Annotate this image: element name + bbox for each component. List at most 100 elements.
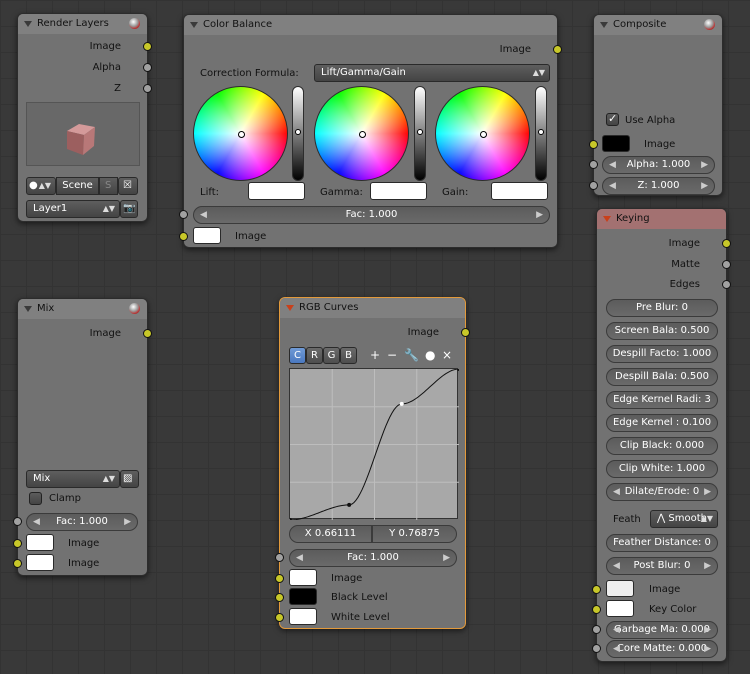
increment-arrow-icon[interactable]: ▶	[701, 178, 708, 194]
feather-distance-field[interactable]: Feather Distance: 0	[606, 534, 718, 552]
gain-value-slider[interactable]	[535, 86, 547, 181]
decrement-arrow-icon[interactable]: ◀	[613, 622, 620, 638]
input-image-swatch[interactable]	[606, 580, 634, 597]
collapse-arrow-icon[interactable]	[24, 21, 32, 27]
slider-handle[interactable]	[538, 129, 544, 135]
output-edges-socket[interactable]	[722, 280, 731, 289]
increment-arrow-icon[interactable]: ▶	[443, 550, 450, 566]
decrement-arrow-icon[interactable]: ◀	[613, 641, 620, 657]
collapse-arrow-icon[interactable]	[24, 306, 32, 312]
use-alpha-button[interactable]: ▨	[120, 470, 139, 488]
input-key-color-socket[interactable]	[592, 605, 601, 614]
curve-control-point[interactable]	[457, 367, 461, 371]
output-alpha-socket[interactable]	[143, 63, 152, 72]
node-editor[interactable]: Render Layers Image Alpha Z ● ▲▼ Scene S …	[0, 0, 750, 674]
z-field[interactable]: ◀ Z: 1.000 ▶	[602, 177, 715, 195]
keying-node[interactable]: Keying Image Matte Edges Pre Blur: 0 Scr…	[592, 208, 731, 662]
slider-handle[interactable]	[295, 129, 301, 135]
clamp-checkbox[interactable]	[29, 492, 42, 505]
point-y-field[interactable]: Y 0.76875	[372, 525, 457, 543]
feather-falloff-select[interactable]: ⋀ Smooth ▲▼	[650, 510, 718, 528]
input-image-swatch[interactable]	[602, 135, 630, 152]
curve-plot[interactable]	[288, 367, 461, 522]
edge-kernel-radius-field[interactable]: Edge Kernel Radi: 3	[606, 391, 718, 409]
decrement-arrow-icon[interactable]: ◀	[200, 207, 207, 223]
fac-field[interactable]: ◀ Fac: 1.000 ▶	[193, 206, 550, 224]
wrench-icon[interactable]: 🔧	[404, 348, 419, 362]
edge-kernel-tolerance-field[interactable]: Edge Kernel : 0.100	[606, 414, 718, 432]
increment-arrow-icon[interactable]: ▶	[704, 558, 711, 574]
slider-handle[interactable]	[417, 129, 423, 135]
input-image-swatch[interactable]	[289, 569, 317, 586]
gamma-swatch[interactable]	[370, 182, 427, 200]
lift-color-wheel[interactable]	[193, 86, 288, 181]
color-balance-header[interactable]: Color Balance	[184, 15, 557, 35]
reset-close-icon[interactable]: ×	[442, 348, 452, 362]
channel-c-button[interactable]: C	[289, 347, 306, 364]
input-white-level-socket[interactable]	[275, 613, 284, 622]
zoom-in-icon[interactable]: +	[370, 348, 380, 362]
collapse-arrow-icon[interactable]	[603, 216, 611, 222]
input-garbage-matte-socket[interactable]	[592, 625, 601, 634]
blend-type-select[interactable]: Mix ▲▼	[26, 470, 120, 488]
increment-arrow-icon[interactable]: ▶	[704, 641, 711, 657]
zoom-out-icon[interactable]: −	[387, 348, 397, 362]
output-image-socket[interactable]	[461, 328, 470, 337]
dilate-erode-field[interactable]: ◀ Dilate/Erode: 0 ▶	[606, 483, 718, 501]
black-level-swatch[interactable]	[289, 588, 317, 605]
preview-sphere-icon[interactable]	[704, 19, 715, 30]
despill-balance-field[interactable]: Despill Bala: 0.500	[606, 368, 718, 386]
wheel-handle[interactable]	[238, 131, 245, 138]
increment-arrow-icon[interactable]: ▶	[536, 207, 543, 223]
scene-unlink-button[interactable]: ☒	[118, 177, 138, 195]
input-black-level-socket[interactable]	[275, 593, 284, 602]
channel-r-button[interactable]: R	[306, 347, 323, 364]
decrement-arrow-icon[interactable]: ◀	[613, 558, 620, 574]
color-balance-node[interactable]: Color Balance Image Correction Formula: …	[179, 14, 562, 248]
curve-control-point[interactable]	[347, 502, 352, 507]
white-level-swatch[interactable]	[289, 608, 317, 625]
alpha-field[interactable]: ◀ Alpha: 1.000 ▶	[602, 156, 715, 174]
rgb-curves-node[interactable]: RGB Curves Image C R G B + − 🔧 ● × X 0.6…	[275, 297, 470, 629]
channel-b-button[interactable]: B	[340, 347, 357, 364]
clip-white-field[interactable]: Clip White: 1.000	[606, 460, 718, 478]
input-alpha-socket[interactable]	[589, 160, 598, 169]
key-color-swatch[interactable]	[606, 600, 634, 617]
mix-node[interactable]: Mix Image Mix ▲▼ ▨ Clamp ◀ Fac: 1.000 ▶ Ima…	[13, 298, 152, 576]
screen-balance-field[interactable]: Screen Bala: 0.500	[606, 322, 718, 340]
scene-field[interactable]: Scene	[56, 177, 99, 195]
clip-black-field[interactable]: Clip Black: 0.000	[606, 437, 718, 455]
gamma-value-slider[interactable]	[414, 86, 426, 181]
fac-field[interactable]: ◀ Fac: 1.000 ▶	[289, 549, 457, 567]
lift-swatch[interactable]	[248, 182, 305, 200]
input-image-socket[interactable]	[179, 232, 188, 241]
pre-blur-field[interactable]: Pre Blur: 0	[606, 299, 718, 317]
preview-sphere-icon[interactable]	[129, 303, 140, 314]
core-matte-field[interactable]: ◀ Core Matte: 0.000 ▶	[606, 640, 718, 658]
input-z-socket[interactable]	[589, 181, 598, 190]
composite-node[interactable]: Composite Use Alpha Image ◀ Alpha: 1.000 ▶…	[589, 14, 723, 196]
composite-header[interactable]: Composite	[594, 15, 722, 35]
rgb-curves-header[interactable]: RGB Curves	[280, 298, 465, 318]
input-core-matte-socket[interactable]	[592, 644, 601, 653]
decrement-arrow-icon[interactable]: ◀	[609, 157, 616, 173]
output-image-socket[interactable]	[143, 42, 152, 51]
garbage-matte-field[interactable]: ◀ Garbage Ma: 0.000 ▶	[606, 621, 718, 639]
despill-factor-field[interactable]: Despill Facto: 1.000	[606, 345, 718, 363]
output-image-socket[interactable]	[143, 329, 152, 338]
curve-editor[interactable]	[288, 367, 461, 522]
decrement-arrow-icon[interactable]: ◀	[609, 178, 616, 194]
collapse-arrow-icon[interactable]	[600, 22, 608, 28]
clip-point-icon[interactable]: ●	[425, 348, 435, 362]
mix-header[interactable]: Mix	[18, 299, 147, 319]
render-layers-node[interactable]: Render Layers Image Alpha Z ● ▲▼ Scene S …	[17, 13, 152, 222]
input-fac-socket[interactable]	[179, 210, 188, 219]
render-layers-header[interactable]: Render Layers	[18, 14, 147, 34]
channel-g-button[interactable]: G	[323, 347, 340, 364]
layer-selector[interactable]: Layer1 ▲▼	[26, 200, 120, 218]
input-image-socket[interactable]	[592, 585, 601, 594]
use-alpha-checkbox[interactable]	[606, 112, 619, 126]
increment-arrow-icon[interactable]: ▶	[704, 484, 711, 500]
render-layer-button[interactable]: 📷	[120, 200, 138, 218]
collapse-arrow-icon[interactable]	[286, 305, 294, 311]
